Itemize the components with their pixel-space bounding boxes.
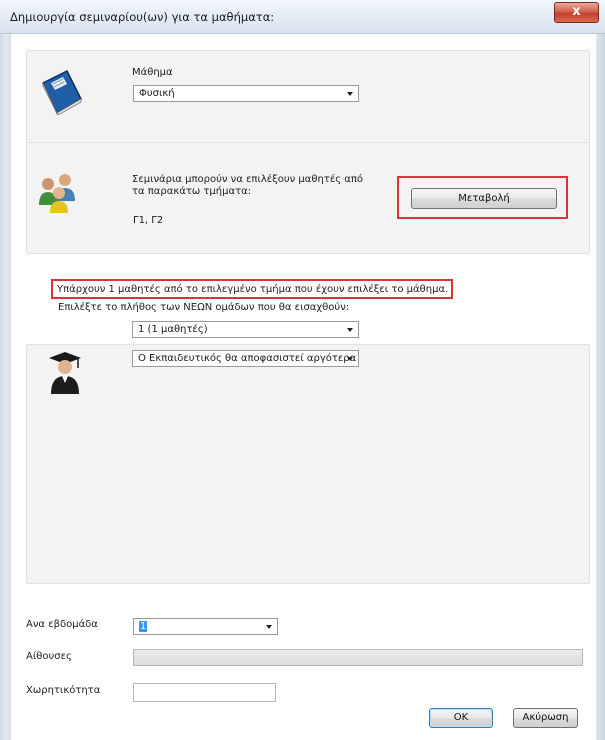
cancel-button[interactable]: Ακύρωση xyxy=(513,708,578,728)
teacher-select-value: Ο Εκπαιδευτικός θα αποφασιστεί αργότερα xyxy=(138,353,357,364)
chevron-down-icon xyxy=(266,625,272,629)
window-frame-left xyxy=(0,0,11,740)
new-groups-select-value: 1 (1 μαθητές) xyxy=(138,324,208,335)
window-title: Δημιουργία σεμιναρίου(ων) για τα μαθήματ… xyxy=(10,10,275,24)
weekly-select[interactable]: 1 xyxy=(133,618,278,635)
weekly-label: Ανα εβδομάδα xyxy=(26,619,98,630)
graduate-icon xyxy=(47,350,83,397)
chevron-down-icon xyxy=(347,357,353,361)
chevron-down-icon xyxy=(347,92,353,96)
users-icon xyxy=(38,171,78,218)
book-icon xyxy=(39,69,83,118)
info-message: Υπάρχουν 1 μαθητές από το επιλεγμένο τμή… xyxy=(57,284,449,295)
course-label: Μάθημα xyxy=(132,67,173,78)
course-select[interactable]: Φυσική xyxy=(133,85,359,102)
new-groups-label: Επιλέξτε το πλήθος των ΝΕΩΝ ομάδων που θ… xyxy=(58,302,350,313)
new-groups-select[interactable]: 1 (1 μαθητές) xyxy=(132,321,359,338)
rooms-field[interactable] xyxy=(133,649,583,666)
groups-classes: Γ1, Γ2 xyxy=(133,215,164,226)
window-frame-right xyxy=(596,0,605,740)
groups-panel: Σεμινάρια μπορούν να επιλέξουν μαθητές α… xyxy=(26,142,590,254)
chevron-down-icon xyxy=(347,328,353,332)
teacher-select[interactable]: Ο Εκπαιδευτικός θα αποφασιστεί αργότερα xyxy=(132,350,359,367)
capacity-label: Χωρητικότητα xyxy=(26,685,101,696)
dialog-body: Μάθημα Φυσική Σεμινάρια μπορούν να επιλέ… xyxy=(11,34,596,740)
weekly-select-value: 1 xyxy=(139,621,148,632)
ok-button[interactable]: OK xyxy=(429,708,493,728)
capacity-input[interactable] xyxy=(133,683,276,702)
course-select-value: Φυσική xyxy=(139,88,175,99)
change-button[interactable]: Μεταβολή xyxy=(411,188,557,209)
info-message-box: Υπάρχουν 1 μαθητές από το επιλεγμένο τμή… xyxy=(51,279,453,299)
course-panel: Μάθημα Φυσική xyxy=(26,50,590,151)
rooms-label: Αίθουσες xyxy=(26,651,72,662)
title-bar[interactable]: Δημιουργία σεμιναρίου(ων) για τα μαθήματ… xyxy=(0,0,605,34)
teacher-panel: Ο Εκπαιδευτικός θα αποφασιστεί αργότερα xyxy=(26,344,590,584)
close-button[interactable]: x xyxy=(554,2,599,23)
groups-description: Σεμινάρια μπορούν να επιλέξουν μαθητές α… xyxy=(132,174,364,197)
